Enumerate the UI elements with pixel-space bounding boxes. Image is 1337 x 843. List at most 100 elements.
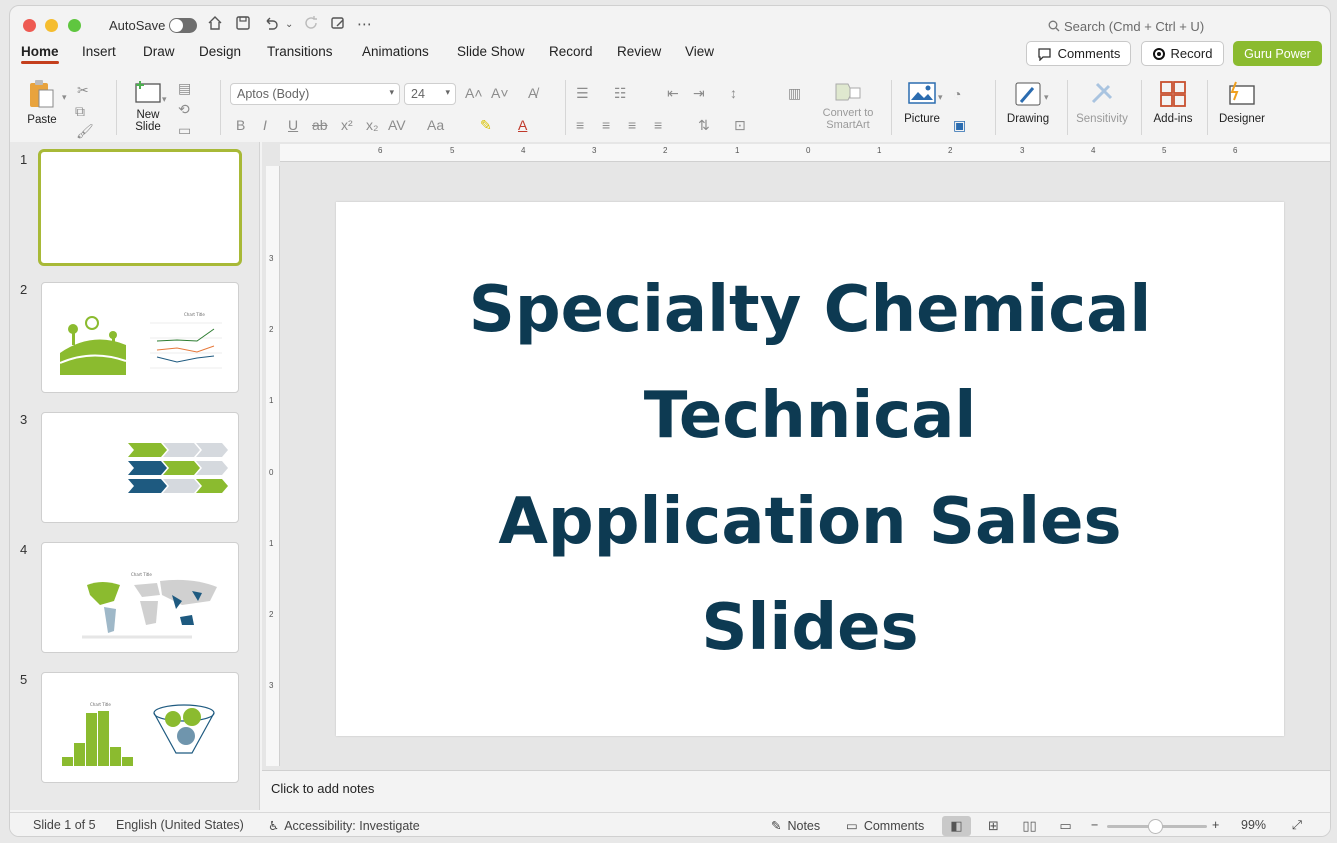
tab-draw[interactable]: Draw [143,44,175,59]
slide-thumbnail-5[interactable]: Chart Title [41,672,239,783]
align-text-icon[interactable]: ⊡ [734,117,746,133]
tab-view[interactable]: View [685,44,714,59]
drawing-dropdown-icon[interactable]: ▾ [1044,89,1049,105]
comments-toggle[interactable]: ▭ Comments [846,818,924,833]
chevron-down-icon: ▾ [445,87,450,97]
paste-button[interactable]: Paste [22,78,62,126]
tab-animations[interactable]: Animations [362,44,429,59]
zoom-slider-handle[interactable] [1148,819,1163,834]
tab-review[interactable]: Review [617,44,661,59]
picture-button[interactable]: Picture [901,80,943,125]
save-icon[interactable] [235,15,251,37]
book-icon: ▯▯ [1022,818,1037,833]
slide-thumbnail-1[interactable] [38,149,242,266]
addins-button[interactable]: Add-ins [1150,80,1196,125]
bold-icon[interactable]: B [236,117,245,133]
tab-slide-show[interactable]: Slide Show [457,44,525,59]
horizontal-ruler[interactable]: 6 5 4 3 2 1 0 1 2 3 4 5 6 [280,144,1330,162]
comments-button[interactable]: Comments [1026,41,1131,66]
tab-transitions[interactable]: Transitions [267,44,333,59]
columns-icon[interactable]: ▥ [788,85,801,101]
guru-power-button[interactable]: Guru Power [1233,41,1322,66]
notes-pane[interactable]: Click to add notes [262,770,1330,810]
bullets-icon[interactable]: ☰ [576,85,589,101]
close-window-button[interactable] [23,19,36,32]
underline-icon[interactable]: U [288,117,298,133]
slide-thumbnail-4[interactable]: Chart Title [41,542,239,653]
zoom-level[interactable]: 99% [1241,818,1266,832]
font-size-select[interactable]: 24 ▾ [404,83,456,105]
search-field[interactable]: Search (Cmd + Ctrl + U) [1048,19,1204,34]
grid-icon: ⊞ [988,818,999,833]
character-spacing-icon[interactable]: AV [388,117,406,133]
section-icon[interactable]: ▭ [178,122,191,138]
strikethrough-icon[interactable]: ab [312,117,328,133]
slide-thumbnail-3[interactable] [41,412,239,523]
convert-smartart-button[interactable]: Convert to SmartArt [816,80,880,131]
tab-insert[interactable]: Insert [82,44,116,59]
picture-dropdown-icon[interactable]: ▾ [938,89,943,105]
change-case-icon[interactable]: Aa [427,117,444,133]
undo-icon[interactable] [263,15,279,37]
vertical-ruler[interactable]: 3 2 1 0 1 2 3 [266,166,280,766]
clear-formatting-icon[interactable]: A̸ [528,85,537,101]
language-indicator[interactable]: English (United States) [116,818,244,832]
slide-thumbnail-2[interactable]: Chart Title [41,282,239,393]
decrease-font-icon[interactable]: A˅ [491,85,509,101]
accessibility-checker[interactable]: ♿ Accessibility: Investigate [268,818,420,833]
redo-icon[interactable] [303,15,319,37]
zoom-in-icon[interactable]: + [1212,818,1219,832]
layout-icon[interactable]: ▤ [178,80,191,96]
home-icon[interactable] [207,15,223,37]
reset-icon[interactable]: ⟲ [178,101,190,117]
designer-button[interactable]: Designer [1215,80,1269,125]
reading-view-button[interactable]: ▯▯ [1015,816,1044,836]
format-painter-icon[interactable]: 🖌 [76,123,94,139]
subscript-icon[interactable]: x₂ [366,117,378,133]
record-button[interactable]: Record [1141,41,1224,66]
new-slide-dropdown-icon[interactable]: ▾ [162,91,167,107]
notes-toggle[interactable]: ✎ Notes [771,818,820,833]
thumbnail-4-graphic: Chart Title [82,572,217,639]
slide-title[interactable]: Specialty Chemical Technical Application… [430,257,1190,681]
align-center-icon[interactable]: ≡ [602,117,610,133]
shapes-icon[interactable]: ◔ [953,86,961,102]
slide-sorter-button[interactable]: ⊞ [979,816,1008,836]
highlight-icon[interactable]: ✎ [480,117,492,133]
comment-icon [1037,47,1051,61]
increase-indent-icon[interactable]: ⇥ [693,85,705,101]
undo-dropdown-icon[interactable]: ⌄ [285,15,293,35]
align-left-icon[interactable]: ≡ [576,117,584,133]
customize-icon[interactable] [330,15,346,37]
increase-font-icon[interactable]: A˄ [465,85,483,101]
thumbnail-3-graphic [128,443,228,493]
fit-to-window-icon[interactable]: ⤢ [1292,818,1302,833]
font-family-select[interactable]: Aptos (Body) ▾ [230,83,400,105]
font-color-icon[interactable]: A [518,117,527,133]
minimize-window-button[interactable] [45,19,58,32]
text-direction-icon[interactable]: ⇅ [698,117,710,133]
slideshow-button[interactable]: ▭ [1051,816,1080,836]
more-icon[interactable]: ⋯ [357,15,372,35]
cut-icon[interactable]: ✂ [77,82,89,98]
decrease-indent-icon[interactable]: ⇤ [667,85,679,101]
zoom-out-icon[interactable]: − [1091,818,1098,832]
current-slide[interactable]: Specialty Chemical Technical Application… [336,202,1284,736]
justify-icon[interactable]: ≡ [654,117,662,133]
textbox-icon[interactable]: ▣ [953,117,966,133]
italic-icon[interactable]: I [263,117,267,133]
sensitivity-button[interactable]: Sensitivity [1074,80,1130,125]
align-right-icon[interactable]: ≡ [628,117,636,133]
ribbon-tabs: Home Insert Draw Design Transitions Anim… [10,44,1330,68]
tab-home[interactable]: Home [21,44,59,64]
tab-record[interactable]: Record [549,44,593,59]
maximize-window-button[interactable] [68,19,81,32]
copy-icon[interactable]: ⧉ [75,103,85,119]
superscript-icon[interactable]: x² [341,117,353,133]
normal-view-button[interactable]: ◧ [942,816,971,836]
autosave-toggle[interactable] [169,18,197,33]
tab-design[interactable]: Design [199,44,241,59]
paste-dropdown-icon[interactable]: ▾ [62,89,67,105]
numbering-icon[interactable]: ☷ [614,85,627,101]
line-spacing-icon[interactable]: ↕ [730,85,737,101]
